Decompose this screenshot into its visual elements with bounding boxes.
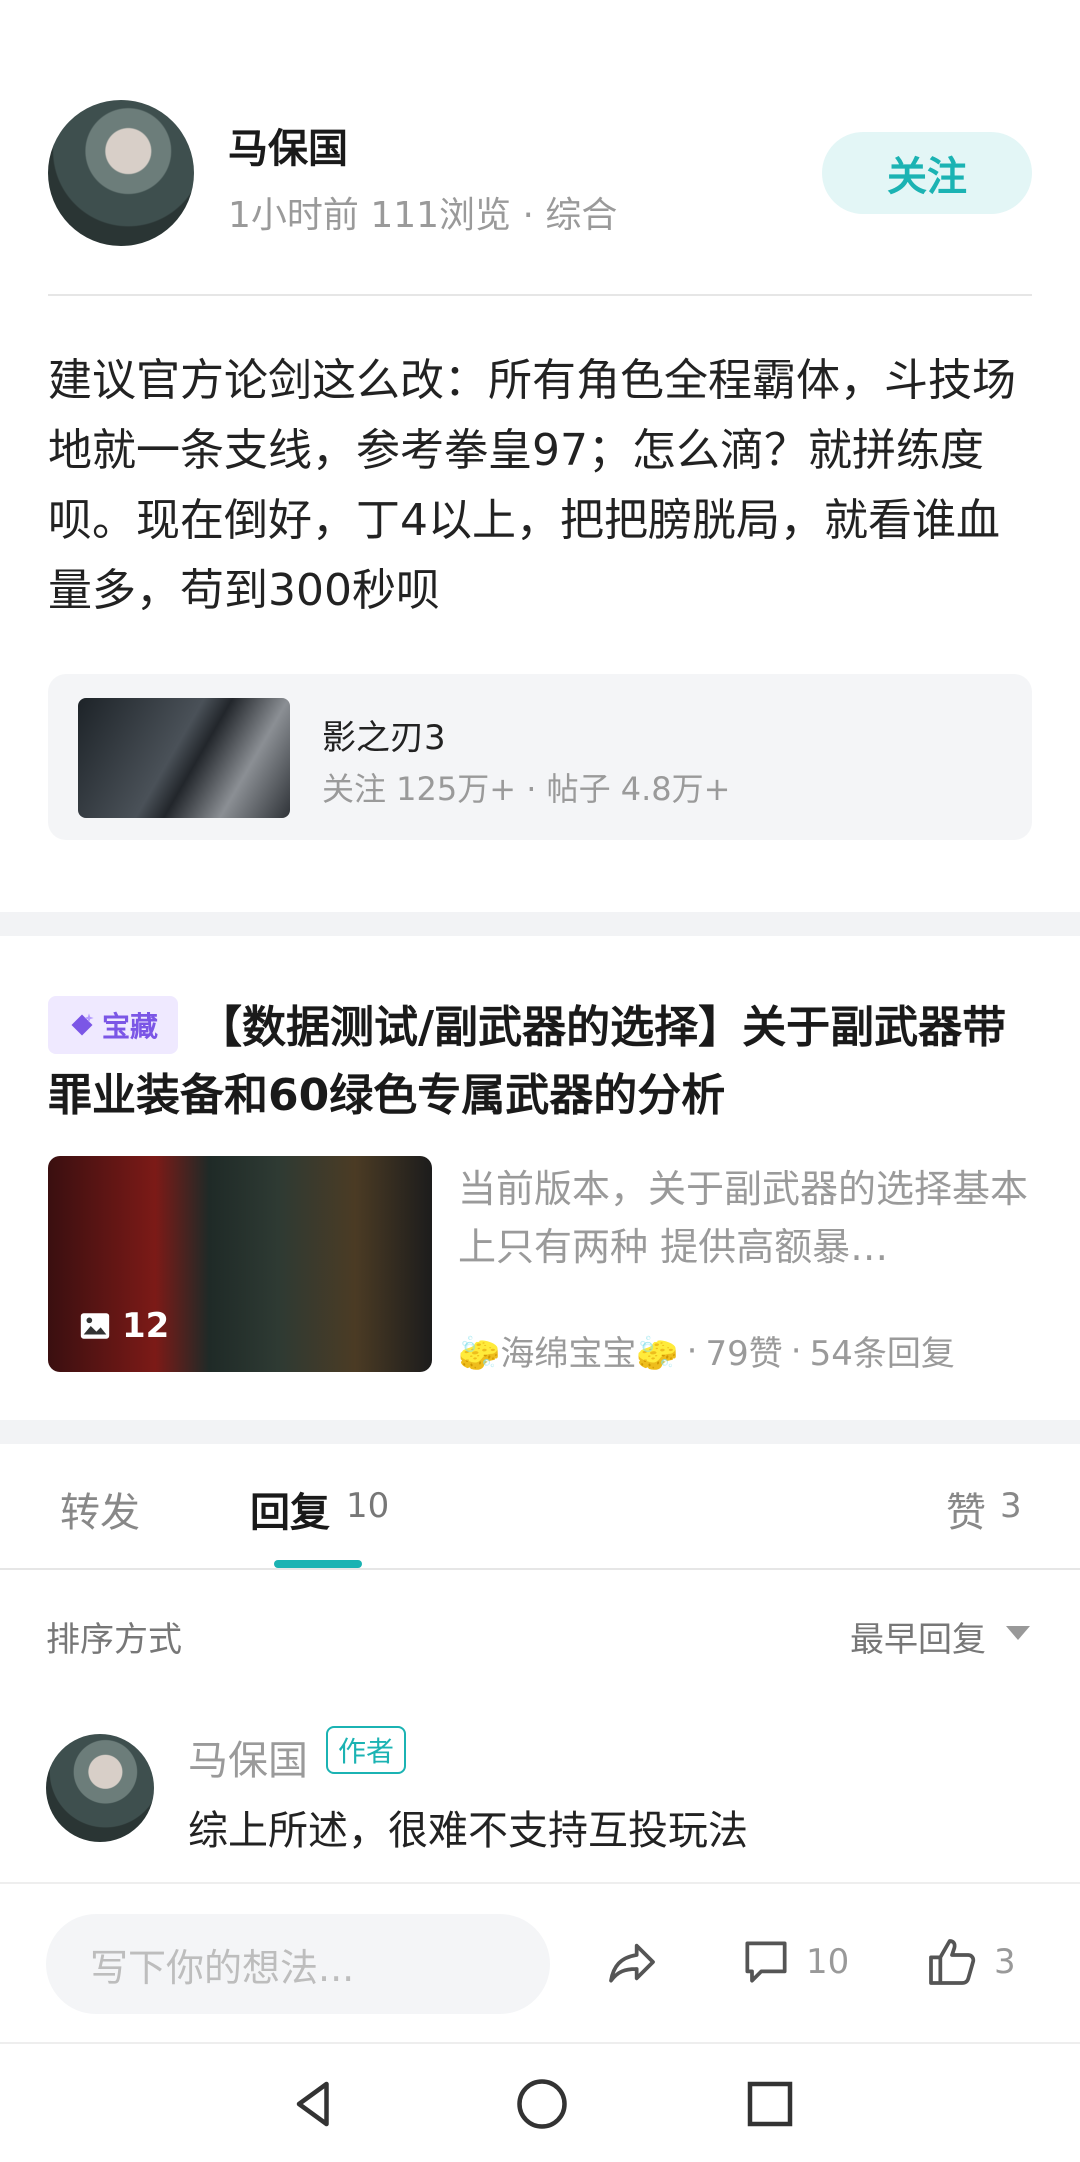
like-count: 3 [994,1942,1016,1982]
section-separator [0,912,1080,936]
author-tag: 作者 [326,1726,407,1774]
comment-author-name[interactable]: 马保国 [188,1728,308,1786]
author-name[interactable]: 马保国 [228,116,348,174]
thumbs-up-icon[interactable] [924,1934,980,1990]
game-thumbnail [78,698,290,818]
tab-like-count: 3 [1000,1486,1022,1526]
nav-back-icon[interactable] [284,2074,344,2134]
game-stats: 关注 125万+ · 帖子 4.8万+ [322,770,731,808]
divider [0,1568,1080,1570]
treasure-badge: 宝藏 [48,996,178,1054]
recommended-post-image[interactable]: 12 [48,1156,432,1372]
divider [48,294,1032,296]
image-count-value: 12 [122,1306,170,1346]
author-avatar[interactable] [48,100,194,246]
comment-avatar[interactable] [46,1734,154,1842]
game-card[interactable]: 影之刃3 关注 125万+ · 帖子 4.8万+ [48,674,1032,840]
image-icon [80,1313,110,1339]
comment-text: 综上所述，很难不支持互投玩法 [188,1808,748,1854]
bottom-action-bar: 写下你的想法... 10 3 [0,1882,1080,2044]
section-separator [0,1420,1080,1444]
recommended-post-author[interactable]: 🧽海绵宝宝🧽 [458,1326,679,1375]
tab-reply[interactable]: 回复 [250,1480,330,1538]
recommended-post-title[interactable]: 【数据测试/副武器的选择】关于副武器带罪业装备和60绿色专属武器的分析 [48,994,1038,1130]
diamond-icon [71,1013,94,1036]
recommended-post-likes: 79赞 [705,1334,783,1374]
chevron-down-icon[interactable] [1006,1626,1030,1640]
share-icon[interactable] [604,1934,660,1990]
comment-input[interactable]: 写下你的想法... [46,1914,550,2014]
meta-dot: · [686,1330,698,1371]
nav-home-icon[interactable] [512,2074,572,2134]
reply-count: 10 [806,1942,850,1982]
recommended-post-meta: 🧽海绵宝宝🧽 · 79赞 · 54条回复 [458,1326,955,1375]
tab-like[interactable]: 赞 [946,1480,986,1538]
sort-label: 排序方式 [46,1620,182,1660]
sort-dropdown[interactable]: 最早回复 [850,1612,986,1661]
follow-button[interactable]: 关注 [822,132,1032,214]
treasure-badge-label: 宝藏 [101,1010,158,1043]
game-title: 影之刃3 [322,718,446,758]
comment-icon[interactable] [738,1934,794,1990]
recommended-post-replies: 54条回复 [809,1334,955,1374]
system-nav-bar [0,2042,1080,2162]
tab-reply-count: 10 [346,1486,390,1526]
recommended-post-excerpt: 当前版本，关于副武器的选择基本上只有两种 提供高额暴… [458,1167,1029,1269]
image-count: 12 [78,1306,169,1346]
meta-dot: · [790,1330,802,1371]
nav-recent-icon[interactable] [740,2074,800,2134]
post-body: 建议官方论剑这么改：所有角色全程霸体，斗技场地就一条支线，参考拳皇97；怎么滴？… [48,355,1016,616]
active-tab-indicator [274,1560,362,1568]
tab-repost[interactable]: 转发 [60,1480,140,1538]
post-meta: 1小时前 111浏览 · 综合 [228,195,618,236]
